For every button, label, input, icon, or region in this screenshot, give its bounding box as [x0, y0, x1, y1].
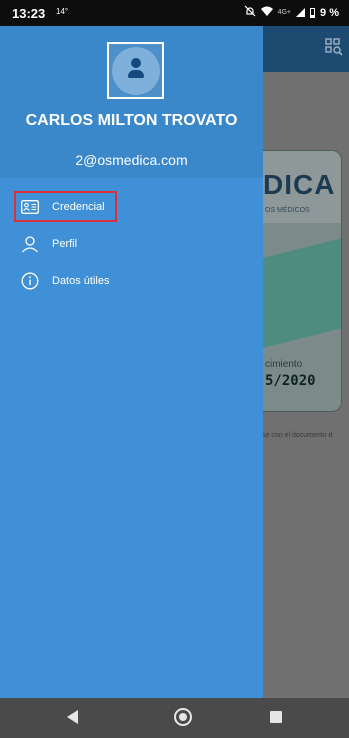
qr-scan-icon — [325, 38, 343, 56]
home-icon[interactable] — [174, 708, 192, 726]
user-name: CARLOS MILTON TROVATO — [25, 112, 238, 129]
network-type: 4G+ — [277, 9, 292, 16]
status-time: 13:23 — [12, 6, 46, 21]
drawer-menu: Credencial Perfil Datos útiles — [0, 188, 263, 299]
card-date: 5/2020 — [265, 373, 316, 389]
menu-item-datos-utiles[interactable]: Datos útiles — [0, 262, 263, 299]
card-subtitle: OS MÉDICOS — [265, 207, 310, 214]
status-temperature: 14° — [56, 7, 69, 16]
card-footnote: se con el documento d — [262, 432, 333, 439]
menu-item-perfil[interactable]: Perfil — [0, 225, 263, 262]
avatar[interactable] — [107, 42, 164, 99]
back-icon[interactable] — [67, 710, 78, 724]
card-brand: DICA — [263, 169, 336, 200]
system-nav-bar — [0, 698, 349, 738]
menu-item-credencial[interactable]: Credencial — [0, 188, 263, 225]
menu-item-label: Datos útiles — [52, 274, 110, 287]
user-icon — [111, 46, 160, 95]
user-email: 2@osmedica.com — [75, 152, 188, 168]
drawer-header: CARLOS MILTON TROVATO 2@osmedica.com — [0, 26, 263, 178]
status-bar: 13:23 14° 4G+ 9 % — [0, 0, 349, 26]
wifi-icon — [260, 6, 273, 20]
battery-icon — [310, 7, 316, 18]
person-icon — [20, 234, 40, 254]
status-icons: 4G+ 9 % — [244, 5, 339, 20]
navigation-drawer: CARLOS MILTON TROVATO 2@osmedica.com Cre… — [0, 26, 263, 698]
mute-icon — [244, 5, 256, 20]
battery-level: 9 % — [320, 6, 339, 19]
menu-item-label: Perfil — [52, 237, 78, 250]
selection-highlight — [14, 191, 117, 222]
recent-apps-icon[interactable] — [270, 711, 282, 723]
signal-icon — [296, 8, 306, 17]
info-icon — [20, 271, 40, 291]
card-label: cimiento — [265, 359, 303, 370]
